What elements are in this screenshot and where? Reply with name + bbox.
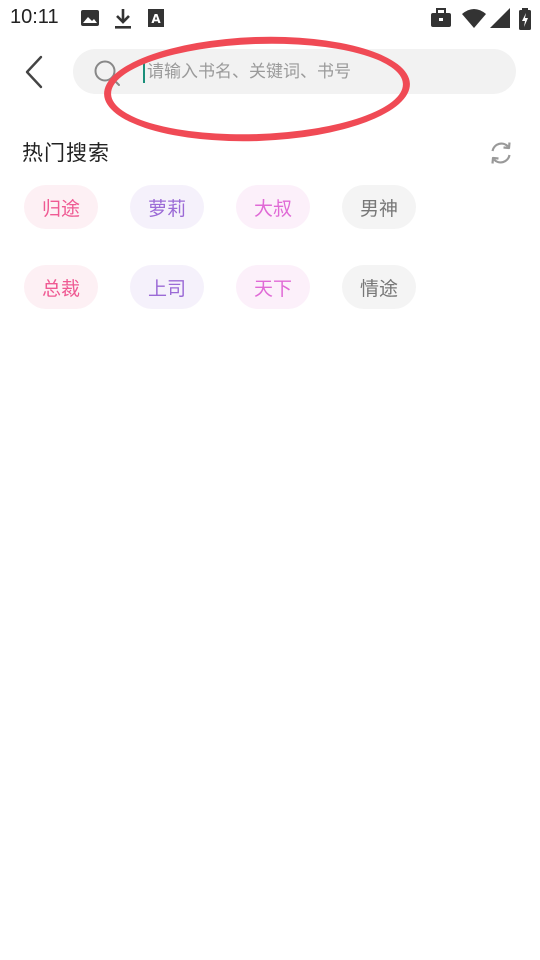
search-icon — [93, 59, 121, 87]
status-time: 10:11 — [10, 6, 59, 28]
chevron-left-icon — [25, 55, 43, 89]
hot-tag[interactable]: 总裁 — [24, 265, 98, 309]
image-icon — [80, 8, 100, 32]
a-box-icon: A — [147, 8, 165, 32]
hot-tag[interactable]: 男神 — [342, 185, 416, 229]
hot-search-title: 热门搜索 — [22, 141, 110, 165]
text-cursor — [143, 61, 145, 83]
signal-icon — [490, 8, 510, 32]
hot-tag[interactable]: 归途 — [24, 185, 98, 229]
hot-tag[interactable]: 大叔 — [236, 185, 310, 229]
briefcase-icon — [430, 8, 452, 32]
refresh-icon — [491, 142, 511, 164]
status-bar: 10:11 A — [0, 0, 540, 36]
back-button[interactable] — [14, 52, 54, 92]
search-bar[interactable] — [73, 49, 516, 94]
hot-tag[interactable]: 天下 — [236, 265, 310, 309]
hot-tag[interactable]: 上司 — [130, 265, 204, 309]
battery-icon — [519, 8, 531, 34]
wifi-icon — [462, 8, 486, 32]
download-icon — [113, 8, 133, 34]
hot-tag[interactable]: 萝莉 — [130, 185, 204, 229]
svg-text:A: A — [151, 12, 161, 26]
refresh-button[interactable] — [486, 138, 516, 168]
search-input[interactable] — [147, 49, 507, 94]
hot-tag[interactable]: 情途 — [342, 265, 416, 309]
